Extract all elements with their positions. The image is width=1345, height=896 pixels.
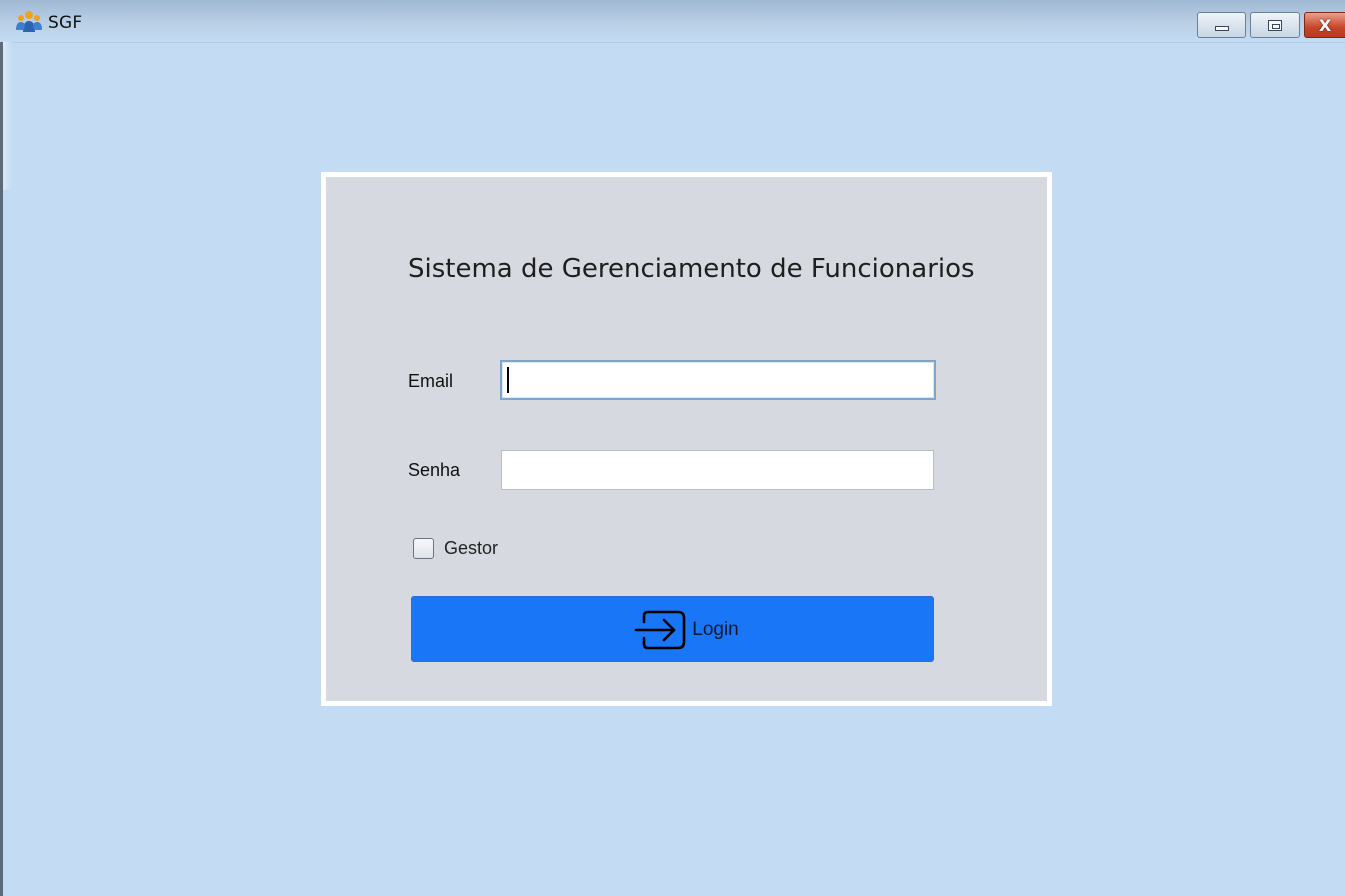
email-field[interactable] xyxy=(500,360,936,400)
maximize-icon xyxy=(1268,19,1282,31)
window-title: SGF xyxy=(48,13,83,33)
minimize-button[interactable] xyxy=(1197,12,1246,38)
login-enter-icon xyxy=(634,610,686,650)
maximize-button[interactable] xyxy=(1250,12,1300,38)
login-button-label: Login xyxy=(692,619,739,640)
window-left-highlight xyxy=(3,42,12,190)
title-bar[interactable]: SGF X xyxy=(0,0,1345,43)
password-field[interactable] xyxy=(501,450,934,490)
login-card: Sistema de Gerenciamento de Funcionarios… xyxy=(326,177,1047,701)
gestor-checkbox[interactable] xyxy=(413,538,434,559)
close-icon: X xyxy=(1318,15,1332,35)
gestor-label[interactable]: Gestor xyxy=(444,538,498,559)
login-button[interactable]: Login xyxy=(411,596,934,662)
page-title: Sistema de Gerenciamento de Funcionarios xyxy=(408,254,975,284)
people-icon xyxy=(16,11,42,32)
minimize-icon xyxy=(1214,25,1229,31)
close-button[interactable]: X xyxy=(1304,12,1345,38)
app-window: SGF X Sistema de Gerenciamento de Funcio… xyxy=(0,0,1345,896)
text-caret xyxy=(507,367,509,393)
email-label: Email xyxy=(408,371,454,391)
password-label: Senha xyxy=(408,460,461,480)
